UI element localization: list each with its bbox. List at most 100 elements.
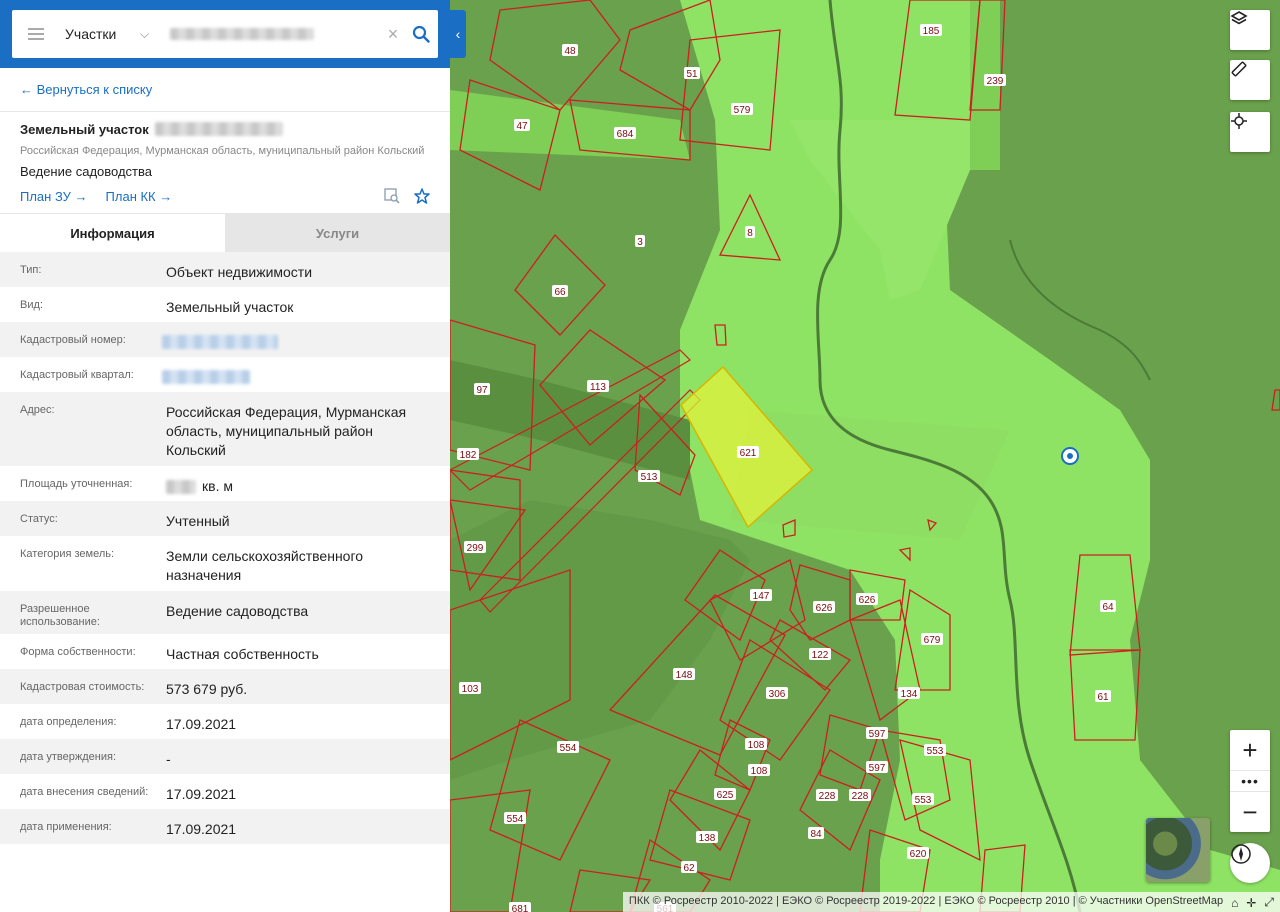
svg-text:66: 66 [554,287,566,298]
parcel-label: 103 [459,682,481,695]
info-row: Кадастровый номер: [0,322,450,357]
tab-info[interactable]: Информация [0,214,225,252]
svg-text:513: 513 [641,472,658,483]
parcel-label: 84 [808,827,824,840]
svg-text:228: 228 [819,791,836,802]
parcel-label: 679 [921,633,943,646]
parcel-label: 597 [866,761,888,774]
svg-text:620: 620 [910,849,927,860]
compass-button[interactable] [1230,843,1270,883]
info-value: Учтенный [166,513,230,529]
home-icon[interactable]: ⌂ [1231,896,1238,910]
svg-text:553: 553 [927,746,944,757]
redacted-query [170,28,314,40]
map-attribution: ПКК © Росреестр 2010-2022 | ЕЭКО © Росре… [622,892,1280,912]
svg-text:579: 579 [734,105,751,116]
svg-text:8: 8 [747,228,753,239]
svg-text:134: 134 [901,689,918,700]
object-subtitle: Российская Федерация, Мурманская область… [20,145,425,157]
collapse-panel-button[interactable]: ‹ [450,10,466,58]
info-label: дата утверждения: [20,751,117,763]
svg-text:113: 113 [590,382,606,393]
search-button[interactable] [404,25,438,43]
svg-text:103: 103 [462,684,479,695]
parcel-label: 134 [898,687,920,700]
layers-icon [1230,11,1248,25]
menu-icon[interactable] [12,28,60,40]
parcel-label: 48 [562,44,578,57]
map-view[interactable]: 48 51 185 239 579 47 684 3 8 66 113 97 621 513 182 299 1… [450,0,1280,912]
info-value [162,322,430,357]
basemap-thumbnail[interactable] [1146,818,1210,882]
parcel-label: 64 [1100,600,1116,613]
parcel-label: 147 [750,589,772,602]
plan-zu-link[interactable]: План ЗУ → [20,189,88,204]
fullscreen-icon[interactable]: ⤢ [1264,895,1274,910]
search-bar: Участки ⌵ × [0,0,450,68]
search-input[interactable] [164,10,382,58]
parcel-label: 597 [866,727,888,740]
parcel-label: 61 [1095,690,1111,703]
parcel-label: 66 [552,285,568,298]
svg-text:554: 554 [560,743,577,754]
locate-button[interactable] [1230,112,1270,152]
plan-kk-link[interactable]: План КК → [106,189,173,204]
svg-text:48: 48 [564,46,576,57]
target-icon[interactable]: ✛ [1246,896,1256,910]
star-icon[interactable] [414,188,430,204]
search-type-select[interactable]: Участки [60,26,140,42]
parcel-label: 47 [514,119,530,132]
svg-text:61: 61 [1097,692,1109,703]
info-label: дата применения: [20,821,112,833]
svg-text:147: 147 [753,591,770,602]
search-box: Участки ⌵ × [12,10,438,58]
back-to-list-link[interactable]: ← Вернуться к списку [0,68,450,112]
info-panel: Участки ⌵ × ← Вернуться к списку Земельн… [0,0,450,912]
info-row: Категория земель: Земли сельскохозяйствен… [0,536,450,591]
parcel-label: 148 [673,668,695,681]
redacted-value [162,370,250,384]
more-button[interactable]: ••• [1230,770,1270,792]
info-value: 17.09.2021 [166,716,237,732]
info-label: Статус: [20,513,58,525]
info-value: - [166,751,171,767]
info-list: Тип: Объект недвижимости Вид: Земельный уча… [0,252,450,844]
info-value: Частная собственность [166,646,319,662]
info-value: Ведение садоводства [166,603,309,619]
tab-services[interactable]: Услуги [225,214,450,252]
info-row: дата утверждения: - [0,739,450,774]
info-label: Категория земель: [20,548,115,560]
info-value: Земли сельскохозяйственного назначения [166,548,364,583]
svg-text:681: 681 [512,904,529,912]
parcel-label: 97 [474,383,490,396]
info-label: Тип: [20,264,42,276]
svg-text:228: 228 [852,791,869,802]
info-row: Адрес: Российская Федерация, Мурманская о… [0,392,450,466]
location-dot [1067,453,1073,459]
svg-text:621: 621 [740,448,757,459]
chevron-left-icon: ‹ [455,26,461,42]
info-row: Тип: Объект недвижимости [0,252,450,287]
svg-text:597: 597 [869,729,886,740]
redacted-value [162,335,278,349]
parcel-label: 306 [766,687,788,700]
close-icon[interactable]: × [382,24,404,45]
ruler-button[interactable] [1230,60,1270,100]
svg-text:47: 47 [516,121,528,132]
layers-button[interactable] [1230,10,1270,50]
svg-text:239: 239 [987,76,1004,87]
map-canvas[interactable]: 48 51 185 239 579 47 684 3 8 66 113 97 621 513 182 299 1… [450,0,1280,912]
parcel-label: 182 [457,448,479,461]
info-value [162,357,430,392]
zoom-to-object-icon[interactable] [384,188,400,204]
zoom-in-button[interactable]: + [1230,730,1270,770]
svg-text:553: 553 [915,795,932,806]
info-value: Российская Федерация, Мурманская область… [166,404,407,458]
svg-text:554: 554 [507,814,524,825]
info-row: Площадь уточненная: кв. м [0,466,450,501]
object-links: План ЗУ → План КК → [20,188,430,204]
zoom-out-button[interactable]: − [1230,792,1270,832]
parcel-label: 684 [614,127,636,140]
chevron-down-icon[interactable]: ⌵ [140,27,164,42]
parcel-label: 620 [907,847,929,860]
